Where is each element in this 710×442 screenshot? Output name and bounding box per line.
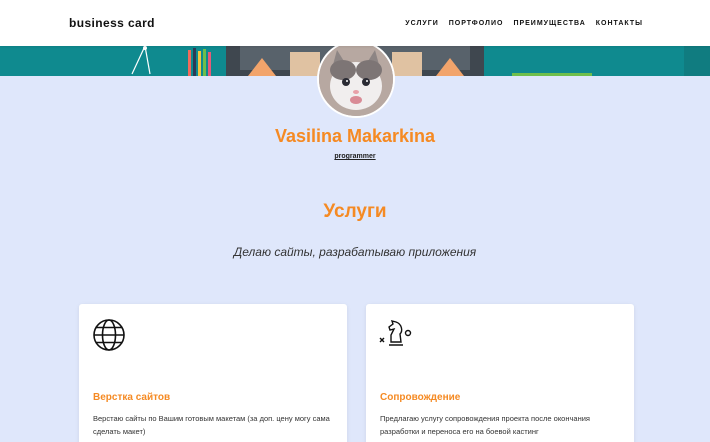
- top-navbar: business card УСЛУГИ ПОРТФОЛИО ПРЕИМУЩЕС…: [0, 0, 710, 46]
- nav-link-portfolio[interactable]: ПОРТФОЛИО: [449, 20, 504, 27]
- profile-avatar: [317, 40, 395, 118]
- service-card-text: Предлагаю услугу сопровождения проекта п…: [380, 414, 590, 436]
- services-subtitle: Делаю сайты, разрабатываю приложения: [233, 245, 477, 259]
- globe-icon: [92, 318, 126, 357]
- service-card-text: Верстаю сайты по Вашим готовым макетам (…: [93, 414, 330, 436]
- nav-link-contacts[interactable]: КОНТАКТЫ: [596, 20, 643, 27]
- service-card-layout: Верстка сайтов Верстаю сайты по Вашим го…: [79, 304, 347, 442]
- services-title: Услуги: [323, 201, 387, 222]
- profile-role: programmer: [0, 153, 710, 160]
- kitten-photo: [319, 42, 393, 116]
- profile-name: Vasilina Makarkina: [274, 126, 436, 146]
- main-nav: УСЛУГИ ПОРТФОЛИО ПРЕИМУЩЕСТВА КОНТАКТЫ: [405, 20, 643, 27]
- profile-role-link[interactable]: programmer: [334, 153, 375, 160]
- nav-link-services[interactable]: УСЛУГИ: [405, 20, 439, 27]
- service-card-title: Сопровождение: [380, 392, 461, 403]
- service-card-support: Сопровождение Предлагаю услугу сопровожд…: [366, 304, 634, 442]
- service-card-title: Верстка сайтов: [93, 392, 171, 403]
- nav-link-advantages[interactable]: ПРЕИМУЩЕСТВА: [513, 20, 585, 27]
- brand-logo-link[interactable]: business card: [69, 16, 155, 30]
- chess-knight-icon: [379, 318, 415, 353]
